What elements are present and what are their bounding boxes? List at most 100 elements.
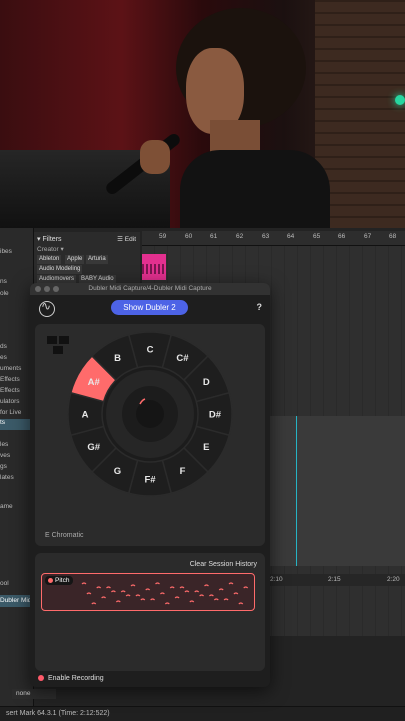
ruler-tick: 66 bbox=[338, 233, 346, 240]
pitch-note-mark bbox=[179, 586, 185, 589]
creator-label: Creator bbox=[37, 246, 59, 253]
pitch-note-mark bbox=[159, 592, 165, 595]
browser-item[interactable]: ds bbox=[0, 343, 33, 354]
pitch-note-mark bbox=[233, 592, 239, 595]
enable-recording-label: Enable Recording bbox=[48, 675, 104, 682]
pitch-note-mark bbox=[204, 584, 209, 587]
pitch-note-mark bbox=[106, 586, 111, 589]
note-label: C# bbox=[176, 353, 189, 364]
waveform-logo-icon bbox=[39, 299, 55, 317]
note-label: D# bbox=[209, 410, 222, 421]
filter-tag[interactable]: Audio Modeling bbox=[37, 265, 83, 274]
browser-item[interactable]: lates bbox=[0, 474, 33, 485]
browser-item[interactable]: ns bbox=[0, 278, 33, 289]
ruler-tick: 64 bbox=[287, 233, 295, 240]
note-label: G# bbox=[87, 442, 100, 453]
pitch-note-mark bbox=[81, 582, 87, 585]
ruler-tick: 61 bbox=[210, 233, 218, 240]
ruler-tick: 62 bbox=[236, 233, 244, 240]
pitch-capture-lane[interactable]: Pitch bbox=[41, 573, 255, 611]
browser-item[interactable]: gs bbox=[0, 463, 33, 474]
note-label: D bbox=[203, 377, 210, 388]
note-label: E bbox=[203, 442, 209, 453]
pitch-note-mark bbox=[164, 602, 170, 605]
singer-body bbox=[180, 150, 330, 228]
help-icon[interactable]: ? bbox=[257, 302, 263, 312]
none-dropdown[interactable]: none bbox=[12, 689, 56, 699]
note-wheel-card: C C# D D# E F F# G G# A A# B E Chromatic bbox=[35, 324, 265, 546]
pitch-note-mark bbox=[184, 590, 190, 593]
green-light bbox=[395, 95, 405, 105]
creator-filter[interactable]: Creator ▾ bbox=[37, 245, 64, 253]
enable-recording-toggle[interactable]: Enable Recording bbox=[38, 675, 104, 682]
clear-session-history-button[interactable]: Clear Session History bbox=[190, 561, 257, 568]
pitch-note-mark bbox=[135, 594, 141, 597]
pitch-note-mark bbox=[155, 582, 160, 585]
pitch-note-mark bbox=[110, 590, 116, 593]
pitch-note-mark bbox=[243, 586, 249, 589]
video-frame bbox=[0, 0, 405, 228]
pitch-note-mark bbox=[120, 590, 126, 593]
pitch-note-mark bbox=[208, 594, 214, 597]
pitch-note-mark bbox=[194, 590, 200, 593]
note-label: B bbox=[114, 353, 121, 364]
browser-item[interactable]: ole bbox=[0, 290, 33, 301]
note-wheel[interactable]: C C# D D# E F F# G G# A A# B bbox=[35, 324, 265, 546]
pitch-note-mark bbox=[174, 596, 180, 599]
browser-sidebar: ibes ns ole ds es uments Effects Effects… bbox=[0, 228, 34, 720]
pitch-note-mark bbox=[189, 600, 195, 603]
filter-tag[interactable]: Apple bbox=[65, 255, 85, 264]
pitch-note-mark bbox=[150, 598, 156, 601]
note-label: A bbox=[82, 410, 89, 421]
browser-item[interactable]: ulators bbox=[0, 398, 33, 409]
pitch-note-mark bbox=[96, 586, 102, 589]
filter-tag[interactable]: Arturia bbox=[86, 255, 108, 264]
note-label: A# bbox=[88, 377, 101, 388]
browser-item[interactable]: ool bbox=[0, 580, 33, 591]
selected-track-lane[interactable] bbox=[270, 416, 405, 566]
ruler-tick: 68 bbox=[389, 233, 397, 240]
pitch-note-mark bbox=[130, 584, 136, 587]
scale-label: E Chromatic bbox=[45, 532, 84, 539]
pitch-note-mark bbox=[115, 600, 121, 603]
ruler-tick: 59 bbox=[159, 233, 167, 240]
browser-item[interactable]: Effects bbox=[0, 387, 33, 398]
browser-item[interactable]: Effects bbox=[0, 376, 33, 387]
time-tick: 2:20 bbox=[387, 576, 400, 583]
note-label: F bbox=[180, 466, 186, 477]
ruler-tick: 60 bbox=[185, 233, 193, 240]
filters-title-text: Filters bbox=[42, 236, 62, 243]
browser-item[interactable]: les bbox=[0, 441, 33, 452]
pitch-label: Pitch bbox=[45, 576, 74, 585]
ruler-tick: 63 bbox=[262, 233, 270, 240]
browser-item[interactable]: uments bbox=[0, 365, 33, 376]
wheel-center bbox=[136, 400, 164, 428]
show-dubler-button[interactable]: Show Dubler 2 bbox=[111, 300, 188, 315]
pitch-note-mark bbox=[169, 586, 175, 589]
pitch-note-mark bbox=[238, 602, 244, 605]
plugin-titlebar[interactable]: Dubler Midi Capture/4-Dubler Midi Captur… bbox=[30, 283, 270, 295]
pitch-note-mark bbox=[86, 592, 92, 595]
status-text: sert Mark 64.3.1 (Time: 2:12:522) bbox=[6, 710, 110, 717]
pitch-notes bbox=[81, 582, 249, 605]
note-label: C bbox=[147, 345, 154, 356]
filter-tag[interactable]: Ableton bbox=[37, 255, 62, 264]
browser-item[interactable]: es bbox=[0, 354, 33, 365]
filters-title[interactable]: ▾ Filters bbox=[37, 235, 62, 243]
note-label: F# bbox=[144, 475, 156, 486]
ruler-tick: 67 bbox=[364, 233, 372, 240]
status-bar: sert Mark 64.3.1 (Time: 2:12:522) bbox=[0, 706, 405, 721]
pitch-note-mark bbox=[228, 582, 234, 585]
browser-item-selected[interactable]: ts bbox=[0, 419, 33, 430]
pitch-note-mark bbox=[199, 594, 205, 597]
track-name-midi-capture[interactable]: Dubler Midi bbox=[0, 595, 33, 607]
dubler-plugin-window: Dubler Midi Capture/4-Dubler Midi Captur… bbox=[30, 283, 270, 687]
browser-item[interactable]: ibes bbox=[0, 248, 33, 259]
browser-item[interactable]: ves bbox=[0, 452, 33, 463]
filters-edit-button[interactable]: ☰ Edit bbox=[117, 235, 136, 243]
midi-clip[interactable] bbox=[142, 254, 166, 280]
browser-item[interactable]: ame bbox=[0, 503, 33, 514]
time-tick: 2:10 bbox=[270, 576, 283, 583]
beat-ruler[interactable]: 59 60 61 62 63 64 65 66 67 68 bbox=[142, 231, 405, 246]
pitch-note-mark bbox=[145, 588, 151, 591]
